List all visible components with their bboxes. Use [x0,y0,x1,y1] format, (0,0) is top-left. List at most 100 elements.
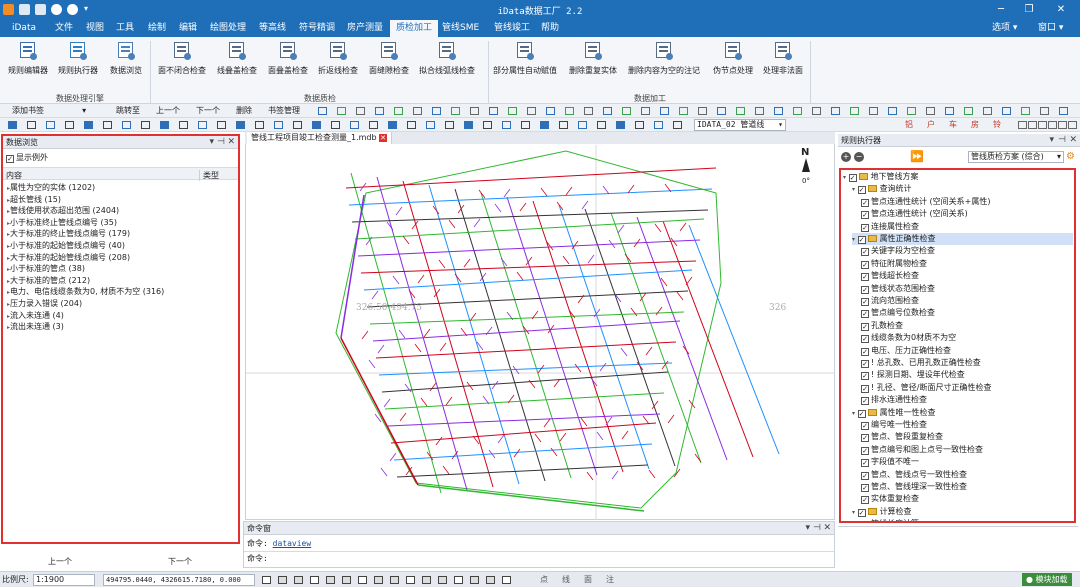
tool-icon[interactable] [926,107,935,115]
layer-select[interactable]: IDATA_02 管道线 ▾ [694,119,786,131]
checkbox-icon[interactable]: ✓ [861,397,869,406]
status-toggle-icon[interactable] [486,576,495,584]
tool-icon[interactable] [198,121,207,129]
checkbox-icon[interactable]: ✓ [861,384,869,393]
checkbox-icon[interactable]: ✓ [861,298,869,306]
goto-button[interactable]: 跳转至 [116,105,140,117]
snap-mode-toggle[interactable]: 点 [540,574,548,586]
error-list-item[interactable]: ▸大于标准的起始管线点编号 (208) [7,253,130,264]
snap-mode-toggle[interactable]: 面 [584,574,592,586]
checkbox-icon[interactable]: ✓ [857,186,866,195]
tool-icon[interactable] [483,121,492,129]
tool-icon[interactable] [375,107,384,115]
tool-icon[interactable] [559,121,568,129]
checkbox-icon[interactable]: ✓ [861,459,869,468]
add-bookmark-dropdown[interactable]: 添加书签 ▾ [12,105,86,117]
checkbox-icon[interactable]: ✓ [861,360,869,368]
tool-icon[interactable] [1002,107,1011,115]
tool-icon[interactable] [103,121,112,129]
snap-mode-toggle[interactable]: 线 [562,574,570,586]
menu-item-0[interactable]: iData [6,20,42,37]
show-exceptions-checkbox[interactable]: ✓ 显示例外 [6,152,48,163]
rule-node[interactable]: ✓ 特征附属物检查 [861,258,927,270]
rule-node[interactable]: ✓ 字段值不唯一 [861,456,919,468]
tool-icon[interactable] [635,121,644,129]
error-list-item[interactable]: ▸流出未连通 (3) [7,322,64,333]
delete-bookmark-button[interactable]: 删除 [236,105,252,117]
settings-icon[interactable]: ⚙ [1066,151,1075,162]
expand-icon[interactable]: ▾ [843,174,846,181]
tool-icon[interactable] [350,121,359,129]
tool-icon[interactable] [1068,121,1077,129]
ribbon-button-0[interactable]: 规则编辑器 [8,41,48,76]
status-toggle-icon[interactable] [358,576,367,584]
status-toggle-icon[interactable] [262,576,271,584]
minimize-button[interactable]: ─ [990,2,1012,18]
tool-icon[interactable] [160,121,169,129]
menu-item-13[interactable]: 帮助 [535,20,565,37]
dropdown-icon[interactable]: ▾ [805,522,810,535]
checkbox-icon[interactable]: ✓ [861,434,869,443]
tool-icon[interactable] [413,107,422,115]
tool-icon[interactable] [660,107,669,115]
rule-node[interactable]: ✓ 管点编号位数检查 [861,307,935,319]
menu-item-11[interactable]: 管线SME [436,20,485,37]
layer-glyph-button[interactable]: 户 [927,119,935,131]
checkbox-icon[interactable]: ✓ [857,508,866,517]
checkbox-icon[interactable]: ✓ [861,322,869,331]
error-list-item[interactable]: ▸压力录入错误 (204) [7,299,82,310]
tool-icon[interactable] [470,107,479,115]
tool-icon[interactable] [445,121,454,129]
column-content[interactable]: 内容 [6,170,22,181]
menu-item-3[interactable]: 工具 [110,20,140,37]
rule-node[interactable]: ✓ 编号唯一性检查 [861,419,927,431]
close-icon[interactable]: ✕ [823,522,831,535]
checkbox-icon[interactable]: ✓ [861,471,869,480]
checkbox-icon[interactable]: ✓ [848,174,857,182]
tool-icon[interactable] [8,121,17,129]
tool-icon[interactable] [1058,121,1067,129]
menu-item-6[interactable]: 绘图处理 [204,20,252,37]
tool-icon[interactable] [622,107,631,115]
tool-icon[interactable] [274,121,283,129]
layer-glyph-button[interactable]: 车 [949,119,957,131]
checkbox-icon[interactable]: ✓ [861,347,869,356]
error-list-item[interactable]: ▸小于标准的管点 (38) [7,264,85,275]
pin-icon[interactable]: ⊣ [813,522,821,535]
rule-group-node[interactable]: ▾ ✓ 属性唯一性检查 [852,407,936,419]
tool-icon[interactable] [679,107,688,115]
rule-node[interactable]: ✓ 排水连通性检查 [861,394,927,406]
tool-icon[interactable] [1059,107,1068,115]
status-toggle-icon[interactable] [438,576,447,584]
error-list-item[interactable]: ▸属性为空的实体 (1202) [7,183,95,194]
layer-glyph-button[interactable]: 房 [971,119,979,131]
tool-icon[interactable] [907,107,916,115]
tool-icon[interactable] [1048,121,1057,129]
ribbon-button-7[interactable]: 面缝隙检查 [369,41,409,76]
rule-node[interactable]: ✓ 管点、管段重复检查 [861,431,943,443]
tool-icon[interactable] [464,121,473,129]
tool-icon[interactable] [540,121,549,129]
ribbon-button-4[interactable]: 线叠盖检查 [217,41,257,76]
tool-icon[interactable] [508,107,517,115]
menu-options[interactable]: 选项 ▾ [992,20,1017,37]
tool-icon[interactable] [698,107,707,115]
tool-icon[interactable] [584,107,593,115]
ribbon-button-2[interactable]: 数据浏览 [110,41,142,76]
restore-button[interactable]: ❐ [1018,2,1040,18]
rule-node[interactable]: ✓! 总孔数、已用孔数正确性检查 [861,357,981,369]
rule-node[interactable]: ✓ 流向范围检查 [861,295,919,307]
checkbox-icon[interactable]: ✓ [861,211,869,220]
checkbox-icon[interactable]: ✓ [861,446,869,455]
dropdown-icon[interactable]: ▾ [209,136,214,149]
tool-icon[interactable] [654,121,663,129]
tool-icon[interactable] [369,121,378,129]
rule-group-node[interactable]: ▾ ✓ 属性正确性检查 [852,233,1073,245]
checkbox-icon[interactable]: ✓ [861,248,869,257]
tool-icon[interactable] [983,107,992,115]
tool-icon[interactable] [65,121,74,129]
rule-node[interactable]: ✓ 连接属性检查 [861,221,919,233]
tool-icon[interactable] [179,121,188,129]
tool-icon[interactable] [426,121,435,129]
ribbon-button-3[interactable]: 面不闭合检查 [158,41,206,76]
